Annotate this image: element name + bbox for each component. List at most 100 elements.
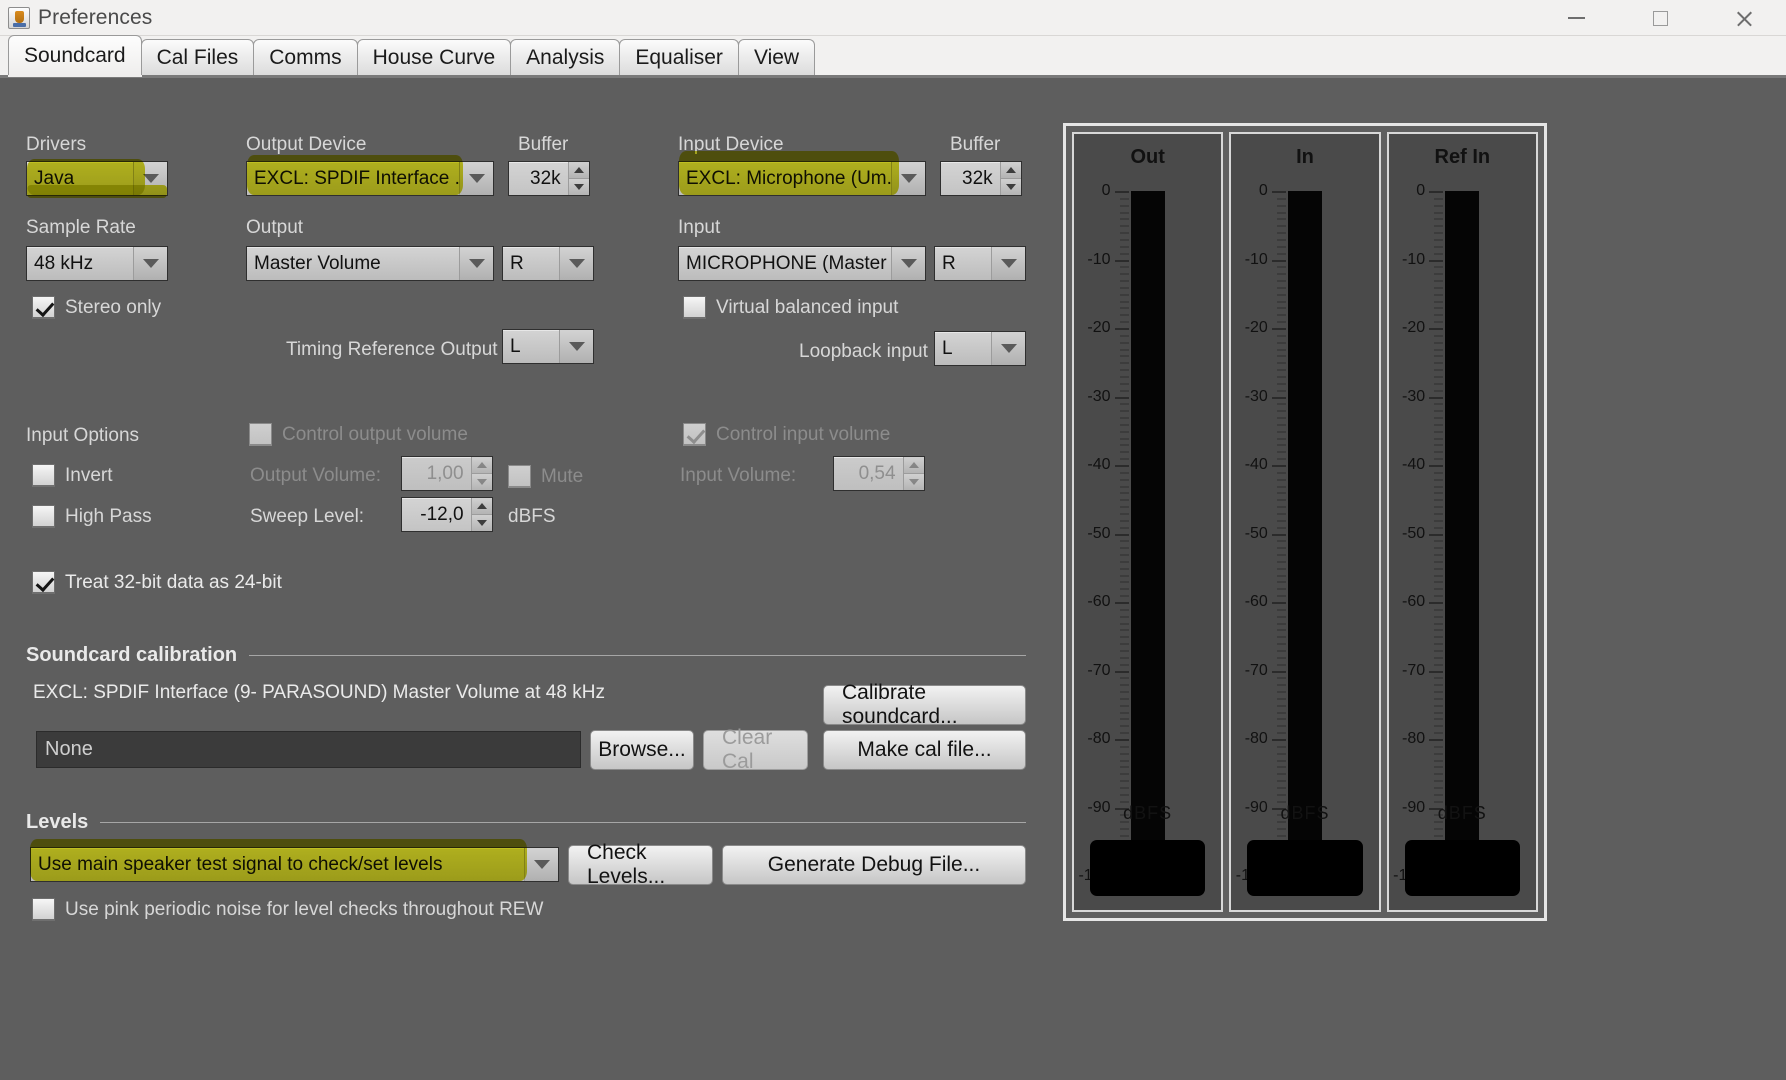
output-buffer-spinner[interactable]: 32k <box>508 161 590 196</box>
output-device-value: EXCL: SPDIF Interface ... <box>247 162 459 195</box>
check-levels-button[interactable]: Check Levels... <box>568 841 713 888</box>
meter-tick-minor <box>1119 506 1129 509</box>
meter-tick-minor <box>1276 526 1286 529</box>
meter-tick-major <box>1271 465 1286 467</box>
invert-checkbox[interactable]: Invert <box>32 464 113 487</box>
chevron-down-icon[interactable] <box>991 247 1025 280</box>
meter-tick-minor <box>1119 567 1129 570</box>
meter-tick-minor <box>1434 704 1444 707</box>
loopback-input-combo[interactable]: L <box>934 331 1026 366</box>
meter-tick-minor <box>1119 608 1129 611</box>
meter-tick-minor <box>1119 649 1129 652</box>
chevron-down-icon[interactable] <box>133 162 167 195</box>
meter-tick-minor <box>1119 656 1129 659</box>
input-combo[interactable]: MICROPHONE (Master ... <box>678 246 926 281</box>
tab-equaliser[interactable]: Equaliser <box>619 39 739 75</box>
meter-tick-minor <box>1276 389 1286 392</box>
maximize-button[interactable] <box>1618 0 1702 36</box>
tab-comms[interactable]: Comms <box>253 39 358 75</box>
divider <box>249 655 1026 656</box>
tab-analysis[interactable]: Analysis <box>510 39 621 75</box>
output-channel-combo[interactable]: R <box>502 246 594 281</box>
tab-soundcard[interactable]: Soundcard <box>8 35 142 75</box>
drivers-combo[interactable]: Java <box>26 161 168 196</box>
output-combo[interactable]: Master Volume <box>246 246 494 281</box>
chevron-down-icon[interactable] <box>891 247 925 280</box>
input-device-combo[interactable]: EXCL: Microphone (Um... <box>678 161 926 196</box>
levels-selector-combo[interactable]: Use main speaker test signal to check/se… <box>30 847 559 882</box>
browse-button[interactable]: Browse... <box>590 730 694 770</box>
chevron-down-icon[interactable] <box>559 247 593 280</box>
meter-tick-minor <box>1434 649 1444 652</box>
meter-readout-box <box>1090 840 1206 896</box>
meter-tick-minor <box>1434 204 1444 207</box>
meter-tick-minor <box>1119 643 1129 646</box>
meter-tick-minor <box>1276 499 1286 502</box>
output-volume-label: Output Volume: <box>250 465 381 486</box>
chevron-down-icon[interactable] <box>559 330 593 363</box>
spinner-up-icon[interactable] <box>999 162 1021 179</box>
calibration-title: Soundcard calibration <box>26 644 238 666</box>
meter-tick-minor <box>1434 300 1444 303</box>
calibrate-soundcard-button[interactable]: Calibrate soundcard... <box>823 681 1026 728</box>
spinner-up-icon[interactable] <box>470 498 492 515</box>
sample-rate-combo[interactable]: 48 kHz <box>26 246 168 281</box>
chevron-down-icon[interactable] <box>524 848 558 881</box>
cal-file-field[interactable]: None <box>36 731 581 768</box>
meter-tick-minor <box>1276 697 1286 700</box>
meter-tick-minor <box>1434 540 1444 543</box>
spinner-down-icon[interactable] <box>470 515 492 531</box>
treat-32bit-checkbox[interactable]: Treat 32-bit data as 24-bit <box>32 571 282 594</box>
chevron-down-icon[interactable] <box>459 162 493 195</box>
close-button[interactable] <box>1702 0 1786 36</box>
sweep-level-spinner[interactable]: -12,0 <box>401 497 493 532</box>
output-device-combo[interactable]: EXCL: SPDIF Interface ... <box>246 161 494 196</box>
meter-tick-minor <box>1276 355 1286 358</box>
meter-tick-major <box>1429 602 1444 604</box>
stereo-only-checkbox[interactable]: Stereo only <box>32 296 161 319</box>
meter-tick-minor <box>1119 280 1129 283</box>
tab-cal-files[interactable]: Cal Files <box>140 39 255 75</box>
meter-tick-minor <box>1434 786 1444 789</box>
chevron-down-icon[interactable] <box>891 162 925 195</box>
meter-tick-minor <box>1276 643 1286 646</box>
make-cal-file-button[interactable]: Make cal file... <box>823 730 1026 770</box>
meter-tick-minor <box>1434 238 1444 241</box>
meter-tick-minor <box>1276 286 1286 289</box>
meter-tick-label: -80 <box>1087 730 1111 747</box>
generate-debug-file-button[interactable]: Generate Debug File... <box>722 845 1026 885</box>
spinner-up-icon[interactable] <box>567 162 589 179</box>
tab-view[interactable]: View <box>737 39 816 75</box>
sample-rate-value: 48 kHz <box>27 247 133 280</box>
meter-tick-minor <box>1434 732 1444 735</box>
pink-noise-checkbox[interactable]: Use pink periodic noise for level checks… <box>32 898 543 921</box>
chevron-down-icon[interactable] <box>991 332 1025 365</box>
cal-file-value: None <box>45 738 93 760</box>
meter-tick-minor <box>1434 355 1444 358</box>
meter-tick-minor <box>1276 574 1286 577</box>
meter-title: In <box>1296 146 1314 168</box>
meter-tick-minor <box>1276 314 1286 317</box>
chevron-down-icon[interactable] <box>133 247 167 280</box>
high-pass-checkbox[interactable]: High Pass <box>32 505 152 528</box>
meter-tick-minor <box>1119 218 1129 221</box>
meter-tick-minor <box>1434 567 1444 570</box>
meter-tick-minor <box>1119 341 1129 344</box>
meter-tick-minor <box>1119 759 1129 762</box>
spinner-down-icon[interactable] <box>999 179 1021 195</box>
chevron-down-icon[interactable] <box>459 247 493 280</box>
timing-reference-output-combo[interactable]: L <box>502 329 594 364</box>
tab-house-curve[interactable]: House Curve <box>356 39 512 75</box>
virtual-balanced-input-checkbox[interactable]: Virtual balanced input <box>683 296 898 319</box>
input-channel-combo[interactable]: R <box>934 246 1026 281</box>
meter-tick-minor <box>1119 478 1129 481</box>
meter-tick-minor <box>1276 629 1286 632</box>
meter-tick-minor <box>1434 444 1444 447</box>
meter-tick-minor <box>1276 266 1286 269</box>
minimize-button[interactable] <box>1534 0 1618 36</box>
meter-tick-minor <box>1276 560 1286 563</box>
meter-tick-minor <box>1434 314 1444 317</box>
spinner-down-icon[interactable] <box>567 179 589 195</box>
meter-tick-minor <box>1119 684 1129 687</box>
input-buffer-spinner[interactable]: 32k <box>940 161 1022 196</box>
